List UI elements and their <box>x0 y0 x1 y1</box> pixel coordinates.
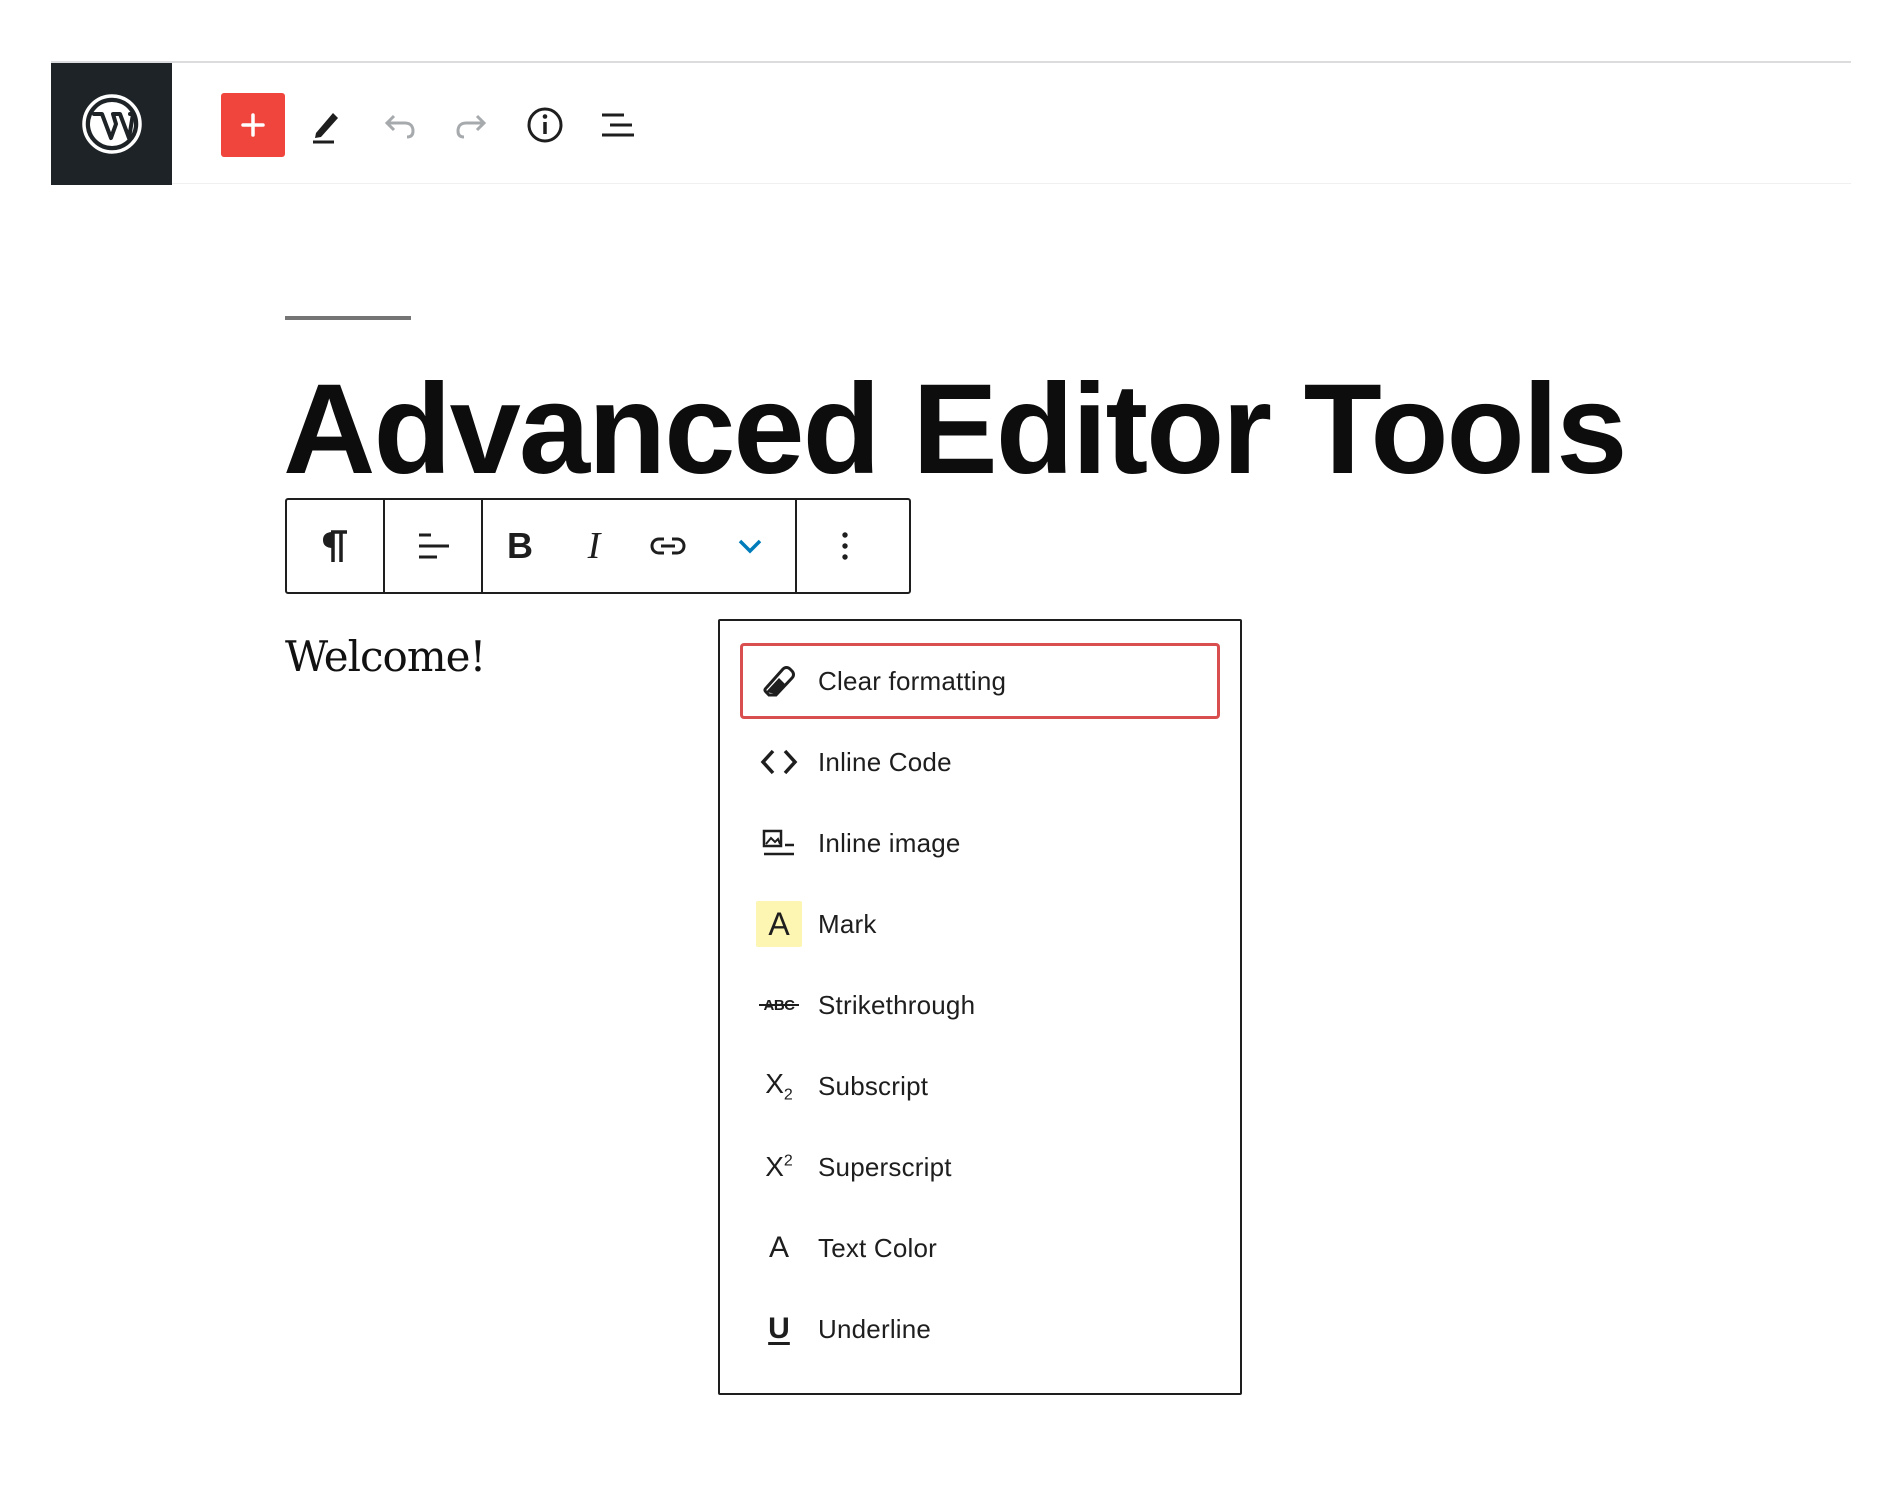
block-toolbar: B I <box>285 498 911 594</box>
paragraph-block[interactable]: Welcome! <box>285 632 486 681</box>
align-button[interactable] <box>385 500 481 592</box>
menu-item-text-color[interactable]: A Text Color <box>740 1210 1220 1286</box>
menu-item-label: Strikethrough <box>818 989 976 1020</box>
link-button[interactable] <box>631 500 705 592</box>
info-icon <box>527 107 563 143</box>
eraser-icon <box>756 658 802 704</box>
undo-icon <box>384 114 415 139</box>
wordpress-logo-icon[interactable] <box>51 63 172 185</box>
menu-item-strikethrough[interactable]: ABC Strikethrough <box>740 967 1220 1043</box>
strikethrough-icon: ABC <box>756 982 802 1028</box>
tools-button[interactable] <box>294 93 358 157</box>
menu-item-subscript[interactable]: X2 Subscript <box>740 1048 1220 1124</box>
add-block-button[interactable] <box>221 93 285 157</box>
align-left-icon <box>419 533 449 559</box>
superscript-icon: X2 <box>765 1151 793 1182</box>
paragraph-icon <box>323 530 347 562</box>
editor-header <box>51 61 1851 185</box>
details-button[interactable] <box>513 93 577 157</box>
menu-item-label: Underline <box>818 1313 932 1344</box>
redo-button[interactable] <box>440 93 504 157</box>
menu-item-underline[interactable]: U Underline <box>740 1291 1220 1367</box>
format-dropdown-menu: Clear formatting Inline Code Inline imag… <box>718 619 1242 1395</box>
menu-item-mark[interactable]: A Mark <box>740 886 1220 962</box>
menu-item-superscript[interactable]: X2 Superscript <box>740 1129 1220 1205</box>
pencil-icon <box>313 113 338 144</box>
undo-button[interactable] <box>367 93 431 157</box>
separator-block[interactable] <box>285 316 411 320</box>
more-formats-button[interactable] <box>705 500 795 592</box>
subscript-icon: X2 <box>765 1067 793 1104</box>
editor-screen: Advanced Editor Tools B I Welcome! Clear… <box>0 0 1900 1500</box>
more-vertical-icon <box>842 532 848 560</box>
formatting-group: B I <box>483 500 797 592</box>
list-view-button[interactable] <box>586 93 650 157</box>
menu-item-inline-code[interactable]: Inline Code <box>740 724 1220 800</box>
italic-icon: I <box>587 525 601 567</box>
underline-icon: U <box>768 1312 790 1345</box>
post-title[interactable]: Advanced Editor Tools <box>283 360 1783 500</box>
bold-icon: B <box>507 525 533 566</box>
alignment-group <box>385 500 483 592</box>
inline-image-icon <box>756 820 802 866</box>
italic-button[interactable]: I <box>557 500 631 592</box>
menu-item-label: Mark <box>818 908 877 939</box>
link-icon <box>650 537 686 555</box>
list-view-icon <box>602 113 634 137</box>
menu-item-label: Inline Code <box>818 746 952 777</box>
redo-icon <box>456 114 487 139</box>
options-group <box>797 500 893 592</box>
menu-item-label: Inline image <box>818 827 961 858</box>
chevron-down-icon <box>738 539 762 554</box>
code-icon <box>756 739 802 785</box>
text-color-icon: A <box>768 1231 789 1264</box>
menu-item-label: Superscript <box>818 1151 952 1182</box>
menu-item-label: Clear formatting <box>818 665 1007 696</box>
menu-item-clear-formatting[interactable]: Clear formatting <box>740 643 1220 719</box>
menu-item-label: Subscript <box>818 1070 929 1101</box>
menu-item-inline-image[interactable]: Inline image <box>740 805 1220 881</box>
paragraph-button[interactable] <box>287 500 383 592</box>
mark-icon: A <box>756 901 802 947</box>
menu-item-label: Text Color <box>818 1232 938 1263</box>
options-button[interactable] <box>797 500 893 592</box>
bold-button[interactable]: B <box>483 500 557 592</box>
plus-icon <box>241 113 265 137</box>
block-type-group <box>287 500 385 592</box>
